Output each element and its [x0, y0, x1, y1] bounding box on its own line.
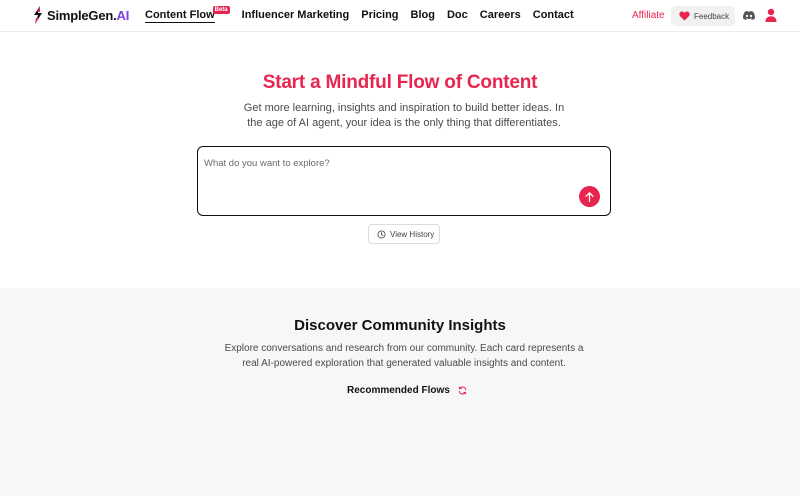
recommended-flows-label: Recommended Flows [347, 385, 450, 396]
user-icon[interactable] [765, 8, 777, 22]
feedback-button[interactable]: Feedback [671, 6, 735, 26]
top-navigation-bar: SimpleGen.AI Content Flow Beta Influence… [0, 0, 800, 32]
brand-logo[interactable]: SimpleGen.AI [32, 6, 129, 24]
nav-pricing[interactable]: Pricing [361, 9, 398, 23]
recommended-flows-header: Recommended Flows [347, 385, 467, 396]
hero-title: Start a Mindful Flow of Content [262, 72, 538, 93]
affiliate-link[interactable]: Affiliate [632, 10, 665, 21]
refresh-icon[interactable] [458, 386, 467, 395]
beta-badge: Beta [212, 6, 230, 14]
nav-careers[interactable]: Careers [480, 9, 521, 23]
community-section: Discover Community Insights Explore conv… [0, 288, 800, 496]
feedback-label: Feedback [694, 11, 730, 21]
nav-contact[interactable]: Contact [533, 9, 574, 23]
explore-input[interactable] [204, 158, 564, 169]
clock-icon [377, 229, 386, 239]
community-title: Discover Community Insights [294, 317, 506, 334]
view-history-label: View History [390, 229, 435, 239]
submit-button[interactable] [579, 186, 600, 207]
nav-blog[interactable]: Blog [411, 9, 435, 23]
nav-influencer-marketing[interactable]: Influencer Marketing [242, 9, 350, 23]
discord-icon[interactable] [743, 10, 755, 21]
brand-name: SimpleGen.AI [47, 7, 130, 23]
hero-subtitle: Get more learning, insights and inspirat… [243, 102, 565, 129]
nav-content-flow[interactable]: Content Flow Beta [145, 6, 230, 23]
community-subtitle: Explore conversations and research from … [224, 343, 584, 369]
nav-doc[interactable]: Doc [447, 9, 468, 23]
heart-icon [679, 11, 690, 21]
explore-input-box [197, 146, 611, 216]
brand-mark-icon [34, 6, 42, 24]
arrow-up-icon [585, 191, 594, 202]
main-nav: Content Flow Beta Influencer Marketing P… [145, 6, 586, 23]
view-history-button[interactable]: View History [368, 224, 440, 244]
